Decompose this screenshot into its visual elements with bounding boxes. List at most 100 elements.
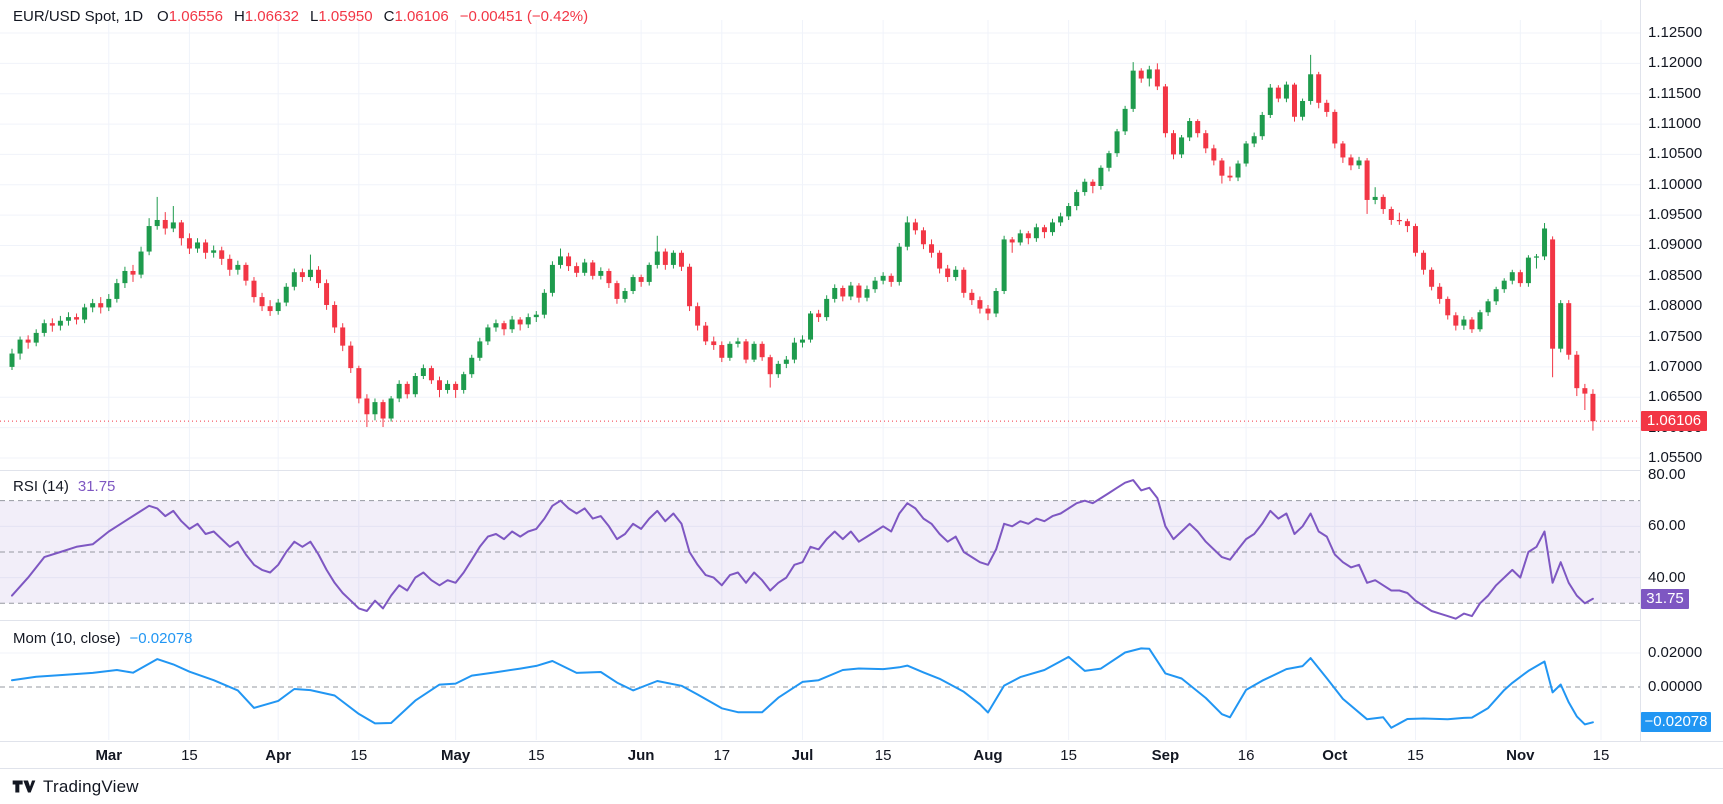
momentum-axis-label: 0.02000: [1648, 643, 1702, 663]
symbol-title[interactable]: EUR/USD Spot, 1D: [13, 8, 143, 25]
price-axis-label: 1.10000: [1648, 175, 1702, 195]
candlestick-chart-canvas[interactable]: [0, 0, 1640, 741]
candle: [1518, 270, 1523, 287]
candle: [1131, 62, 1136, 112]
candle: [1486, 299, 1491, 316]
candle: [461, 372, 466, 394]
time-axis-month-label: Sep: [1152, 747, 1180, 764]
candle: [1494, 287, 1499, 305]
candle: [1163, 84, 1168, 137]
candle: [937, 250, 942, 273]
candle: [961, 267, 966, 297]
candle: [566, 253, 571, 271]
candle: [74, 313, 79, 324]
candle: [243, 262, 248, 285]
candle: [655, 236, 660, 269]
footer-bar: TradingView: [0, 768, 1723, 804]
candle: [1002, 236, 1007, 294]
pane-separator-rsi-mom[interactable]: [0, 620, 1723, 621]
candle: [848, 282, 853, 300]
candle: [268, 300, 273, 316]
price-axis-label: 1.09500: [1648, 205, 1702, 225]
candle: [776, 361, 781, 378]
candle: [1276, 85, 1281, 102]
candle: [897, 243, 902, 285]
candle: [864, 286, 869, 302]
momentum-axis-label: 0.00000: [1648, 677, 1702, 697]
candle: [1429, 267, 1434, 290]
pane-separator-price-rsi[interactable]: [0, 470, 1723, 471]
candle: [1219, 158, 1224, 183]
candle: [1534, 254, 1539, 269]
chart-widget: EUR/USD Spot, 1D O1.06556 H1.06632 L1.05…: [0, 0, 1723, 803]
rsi-axis-label: 40.00: [1648, 568, 1686, 588]
time-axis-day-label: 15: [528, 747, 545, 764]
candle: [606, 269, 611, 288]
price-axis[interactable]: 1.125001.120001.115001.110001.105001.100…: [1640, 0, 1723, 741]
momentum-label[interactable]: Mom (10, close): [13, 630, 121, 647]
candle: [1469, 317, 1474, 333]
price-axis-label: 1.08500: [1648, 266, 1702, 286]
candle: [1098, 165, 1103, 189]
candle: [550, 261, 555, 296]
time-axis[interactable]: Mar15Apr15May15Jun17Jul15Aug15Sep16Oct15…: [0, 741, 1723, 769]
candle: [405, 381, 410, 398]
candle: [1574, 351, 1579, 396]
time-axis-month-label: Aug: [973, 747, 1002, 764]
candle: [558, 249, 563, 269]
rsi-axis-label: 80.00: [1648, 465, 1686, 485]
open-value: O1.06556: [157, 8, 223, 25]
candle: [1260, 112, 1265, 140]
momentum-legend: Mom (10, close) −0.02078: [13, 630, 193, 647]
candle: [34, 329, 39, 346]
candle: [574, 262, 579, 277]
tradingview-logo-link[interactable]: TradingView: [12, 777, 139, 797]
candle: [727, 341, 732, 360]
candle: [752, 341, 757, 362]
candle: [526, 313, 531, 328]
candle: [130, 265, 135, 282]
candle: [58, 316, 63, 331]
candle: [364, 394, 369, 427]
rsi-axis-label: 60.00: [1648, 516, 1686, 536]
candle: [235, 261, 240, 275]
candle: [493, 320, 498, 332]
time-axis-month-label: Mar: [95, 747, 122, 764]
rsi-legend: RSI (14) 31.75: [13, 478, 115, 495]
candle: [340, 323, 345, 351]
candle: [1026, 231, 1031, 244]
candle: [663, 249, 668, 270]
candle: [139, 247, 144, 279]
candle: [816, 310, 821, 322]
candle: [1115, 129, 1120, 157]
candle: [397, 380, 402, 402]
candle: [502, 321, 507, 336]
candle: [840, 286, 845, 302]
candle: [856, 283, 861, 302]
candle: [534, 311, 539, 322]
candle: [1405, 219, 1410, 232]
candle: [1244, 141, 1249, 166]
rsi-label[interactable]: RSI (14): [13, 478, 69, 495]
price-axis-label: 1.07500: [1648, 327, 1702, 347]
candle: [582, 259, 587, 276]
candle: [1018, 230, 1023, 246]
time-axis-month-label: Jul: [792, 747, 814, 764]
candle: [929, 239, 934, 257]
time-axis-day-label: 15: [350, 747, 367, 764]
candle: [18, 337, 23, 360]
time-axis-day-label: 15: [181, 747, 198, 764]
candle: [1284, 82, 1289, 103]
candle: [1445, 296, 1450, 319]
candle: [1461, 316, 1466, 330]
chart-plot-area[interactable]: EUR/USD Spot, 1D O1.06556 H1.06632 L1.05…: [0, 0, 1640, 741]
candle: [1357, 157, 1362, 169]
last-price-badge: 1.06106: [1641, 411, 1707, 431]
candle: [1566, 300, 1571, 359]
candle: [647, 262, 652, 285]
momentum-value: −0.02078: [130, 630, 193, 647]
candle: [1010, 237, 1015, 253]
candle: [1478, 310, 1483, 332]
candle: [211, 245, 216, 257]
price-axis-label: 1.11000: [1648, 114, 1701, 134]
